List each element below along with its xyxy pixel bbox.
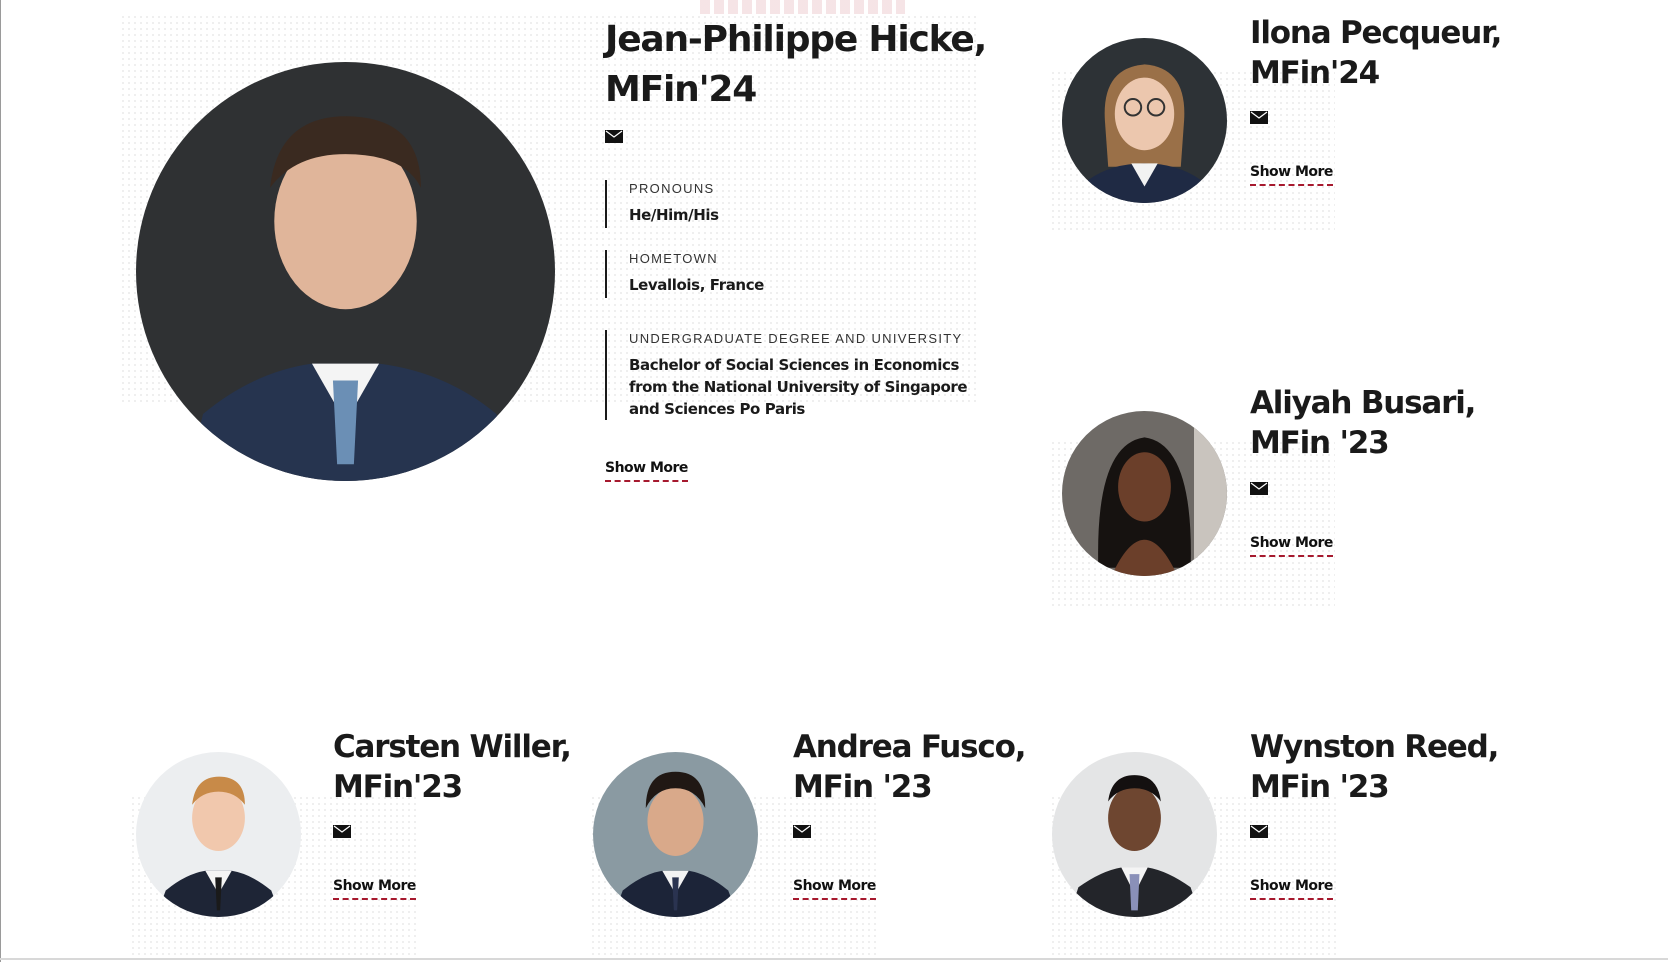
envelope-icon: [1250, 111, 1268, 124]
profile-photo: [136, 62, 555, 481]
profile-card: Ilona Pecqueur, MFin'24 Show More: [1040, 0, 1502, 240]
profile-card: Aliyah Busari, MFin '23 Show More: [1040, 380, 1476, 620]
show-more-link[interactable]: Show More: [605, 460, 688, 482]
profile-name-line1: Andrea Fusco,: [793, 729, 1026, 765]
profile-card: Andrea Fusco, MFin '23 Show More: [580, 715, 1026, 955]
profile-photo: [1052, 752, 1217, 917]
profile-name-line1: Ilona Pecqueur,: [1250, 15, 1502, 51]
email-button[interactable]: [333, 825, 351, 838]
envelope-icon: [793, 825, 811, 838]
envelope-icon: [1250, 825, 1268, 838]
profile-class-year: MFin'23: [333, 769, 463, 805]
fact-undergraduate: UNDERGRADUATE DEGREE AND UNIVERSITY Bach…: [605, 330, 981, 420]
envelope-icon: [1250, 482, 1268, 495]
email-button[interactable]: [1250, 111, 1268, 124]
profile-class-year: MFin '23: [1250, 769, 1390, 805]
profile-class-year: MFin '23: [793, 769, 933, 805]
profile-class-year: MFin '23: [1250, 425, 1390, 461]
fact-value: Bachelor of Social Sciences in Economics…: [629, 356, 968, 418]
profile-card: Wynston Reed, MFin '23 Show More: [1040, 715, 1499, 955]
profile-name: Wynston Reed, MFin '23: [1250, 727, 1499, 807]
envelope-icon: [605, 130, 623, 143]
profile-photo: [136, 752, 301, 917]
profile-class-year: MFin'24: [605, 69, 757, 110]
envelope-icon: [333, 825, 351, 838]
email-button[interactable]: [1250, 825, 1268, 838]
fact-label: UNDERGRADUATE DEGREE AND UNIVERSITY: [629, 331, 963, 346]
profile-name-line1: Carsten Willer,: [333, 729, 572, 765]
profile-name-line1: Aliyah Busari,: [1250, 385, 1476, 421]
fact-label: HOMETOWN: [629, 251, 718, 266]
email-button[interactable]: [793, 825, 811, 838]
fact-value: Levallois, France: [629, 276, 764, 294]
fact-label: PRONOUNS: [629, 181, 715, 196]
profile-name: Andrea Fusco, MFin '23: [793, 727, 1026, 807]
profile-name: Jean-Philippe Hicke, MFin'24: [605, 15, 987, 115]
profile-name: Ilona Pecqueur, MFin'24: [1250, 13, 1502, 93]
show-more-link[interactable]: Show More: [333, 878, 416, 900]
email-button[interactable]: [1250, 482, 1268, 495]
profile-name-line1: Jean-Philippe Hicke,: [605, 19, 987, 60]
section-divider: [0, 958, 1668, 960]
show-more-link[interactable]: Show More: [1250, 164, 1333, 186]
profile-photo: [1062, 38, 1227, 203]
fact-value: He/Him/His: [629, 206, 719, 224]
profile-name: Carsten Willer, MFin'23: [333, 727, 572, 807]
profile-name: Aliyah Busari, MFin '23: [1250, 383, 1476, 463]
show-more-link[interactable]: Show More: [1250, 878, 1333, 900]
profile-photo: [593, 752, 758, 917]
email-button[interactable]: [605, 130, 623, 143]
profile-class-year: MFin'24: [1250, 55, 1380, 91]
fact-hometown: HOMETOWN Levallois, France: [605, 250, 989, 298]
fact-pronouns: PRONOUNS He/Him/His: [605, 180, 989, 228]
show-more-link[interactable]: Show More: [1250, 535, 1333, 557]
profile-card: Carsten Willer, MFin'23 Show More: [120, 715, 572, 955]
show-more-link[interactable]: Show More: [793, 878, 876, 900]
profile-photo: [1062, 411, 1227, 576]
profile-card-featured: Jean-Philippe Hicke, MFin'24 PRONOUNS He…: [0, 0, 1000, 500]
profile-name-line1: Wynston Reed,: [1250, 729, 1499, 765]
